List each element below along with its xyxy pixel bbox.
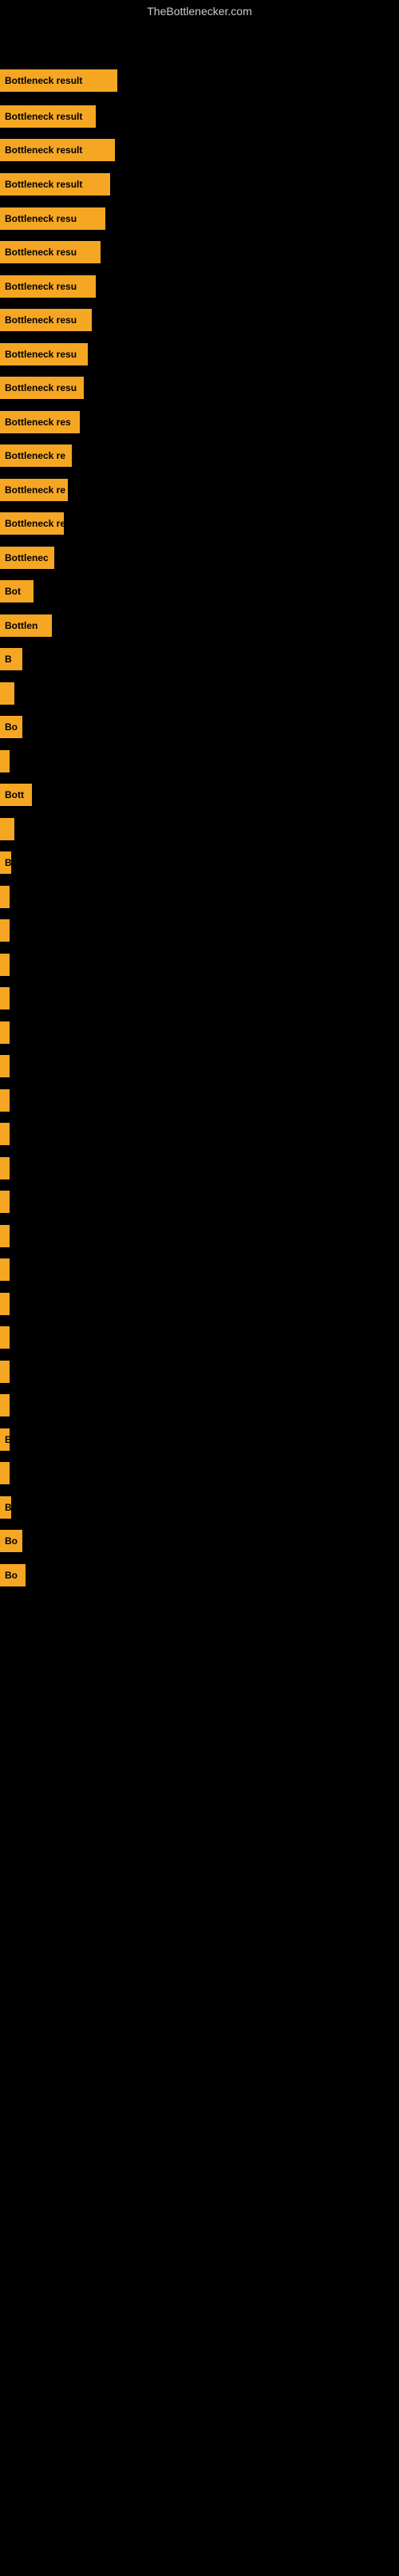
bar-label <box>0 1123 10 1145</box>
bar-row <box>0 883 10 911</box>
bar-label: Bottleneck result <box>0 173 110 196</box>
bar-label: Bottleneck resu <box>0 275 96 298</box>
bar-label <box>0 1021 10 1044</box>
bar-label <box>0 1293 10 1315</box>
bar-row: B <box>0 1425 8 1453</box>
bar-label <box>0 1326 10 1349</box>
bar-label <box>0 1258 10 1281</box>
bar-label <box>0 1089 10 1112</box>
bar-label: Bottlenec <box>0 547 54 569</box>
bar-row <box>0 1086 6 1114</box>
bar-label <box>0 987 10 1009</box>
bar-row <box>0 1187 6 1215</box>
bar-row: Bottleneck result <box>0 170 110 198</box>
bar-row: Bottleneck resu <box>0 340 88 368</box>
bar-row: Bot <box>0 577 34 605</box>
bar-label <box>0 1191 10 1213</box>
bar-row: Bottleneck resu <box>0 373 84 401</box>
bar-label <box>0 818 14 840</box>
bar-label: Bo <box>0 1530 22 1552</box>
bar-row <box>0 1357 6 1385</box>
bar-row <box>0 747 8 775</box>
bar-row: Bottleneck re <box>0 441 72 469</box>
bar-row <box>0 1154 6 1182</box>
bar-label <box>0 1055 10 1077</box>
bar-row: Bottleneck re <box>0 476 68 504</box>
bar-row <box>0 1391 6 1419</box>
bar-label: B <box>0 1428 10 1451</box>
bar-row <box>0 1222 6 1250</box>
bar-label <box>0 1157 10 1179</box>
bar-row <box>0 916 8 944</box>
bar-row <box>0 1323 6 1351</box>
bar-row: Bott <box>0 780 32 808</box>
bar-row <box>0 1120 6 1148</box>
bar-label: Bottleneck re <box>0 444 72 467</box>
bar-label <box>0 750 10 772</box>
bar-label: Bo <box>0 1564 26 1586</box>
bar-row <box>0 1018 6 1046</box>
bar-label <box>0 1361 10 1383</box>
bar-row: Bo <box>0 1527 22 1555</box>
bar-row <box>0 950 6 978</box>
bar-label: Bottleneck res <box>0 411 80 433</box>
bar-row: Bottleneck result <box>0 66 117 94</box>
bar-label: Bottleneck resu <box>0 241 101 263</box>
bar-label: Bottleneck re <box>0 512 64 535</box>
bar-row: Bottleneck resu <box>0 204 105 232</box>
bar-row: Bottleneck res <box>0 408 80 436</box>
bar-row <box>0 1052 6 1080</box>
bar-row: Bottlenec <box>0 543 54 571</box>
bar-row <box>0 1459 8 1487</box>
bar-label: Bot <box>0 580 34 603</box>
bar-label <box>0 1225 10 1247</box>
bar-label: Bott <box>0 784 32 806</box>
bar-row <box>0 1255 6 1283</box>
bar-row: Bottleneck result <box>0 136 115 164</box>
bar-row: Bottleneck resu <box>0 238 101 266</box>
bar-label <box>0 1394 10 1416</box>
bar-row: Bo <box>0 1561 26 1589</box>
bar-row: Bottleneck resu <box>0 272 96 300</box>
bar-row: Bottleneck result <box>0 102 96 130</box>
site-title: TheBottlenecker.com <box>0 0 399 22</box>
bar-label <box>0 919 10 942</box>
bar-row: Bo <box>0 713 22 741</box>
bar-row: Bottlen <box>0 611 52 639</box>
bar-row <box>0 984 6 1012</box>
bar-label: Bottleneck result <box>0 69 117 92</box>
bar-label <box>0 954 10 976</box>
bar-row <box>0 815 14 843</box>
bar-row <box>0 1290 6 1318</box>
bar-label <box>0 682 14 705</box>
bar-label: B <box>0 851 11 874</box>
bar-label: Bottleneck re <box>0 479 68 501</box>
bar-row: B <box>0 1493 11 1521</box>
bar-label: Bottleneck resu <box>0 343 88 365</box>
bar-label: Bottleneck resu <box>0 377 84 399</box>
bar-label: Bottleneck resu <box>0 309 92 331</box>
bar-label <box>0 886 10 908</box>
bar-row: Bottleneck resu <box>0 306 92 334</box>
bar-label: Bo <box>0 716 22 738</box>
bar-row <box>0 679 14 707</box>
bar-label: Bottleneck resu <box>0 207 105 230</box>
bar-row: Bottleneck re <box>0 509 64 537</box>
bar-label: B <box>0 1496 11 1519</box>
bar-label: Bottlen <box>0 614 52 637</box>
bar-row: B <box>0 645 22 673</box>
bar-row: B <box>0 848 11 876</box>
bar-label: Bottleneck result <box>0 139 115 161</box>
bar-label <box>0 1462 10 1484</box>
bar-label: Bottleneck result <box>0 105 96 128</box>
bar-label: B <box>0 648 22 670</box>
